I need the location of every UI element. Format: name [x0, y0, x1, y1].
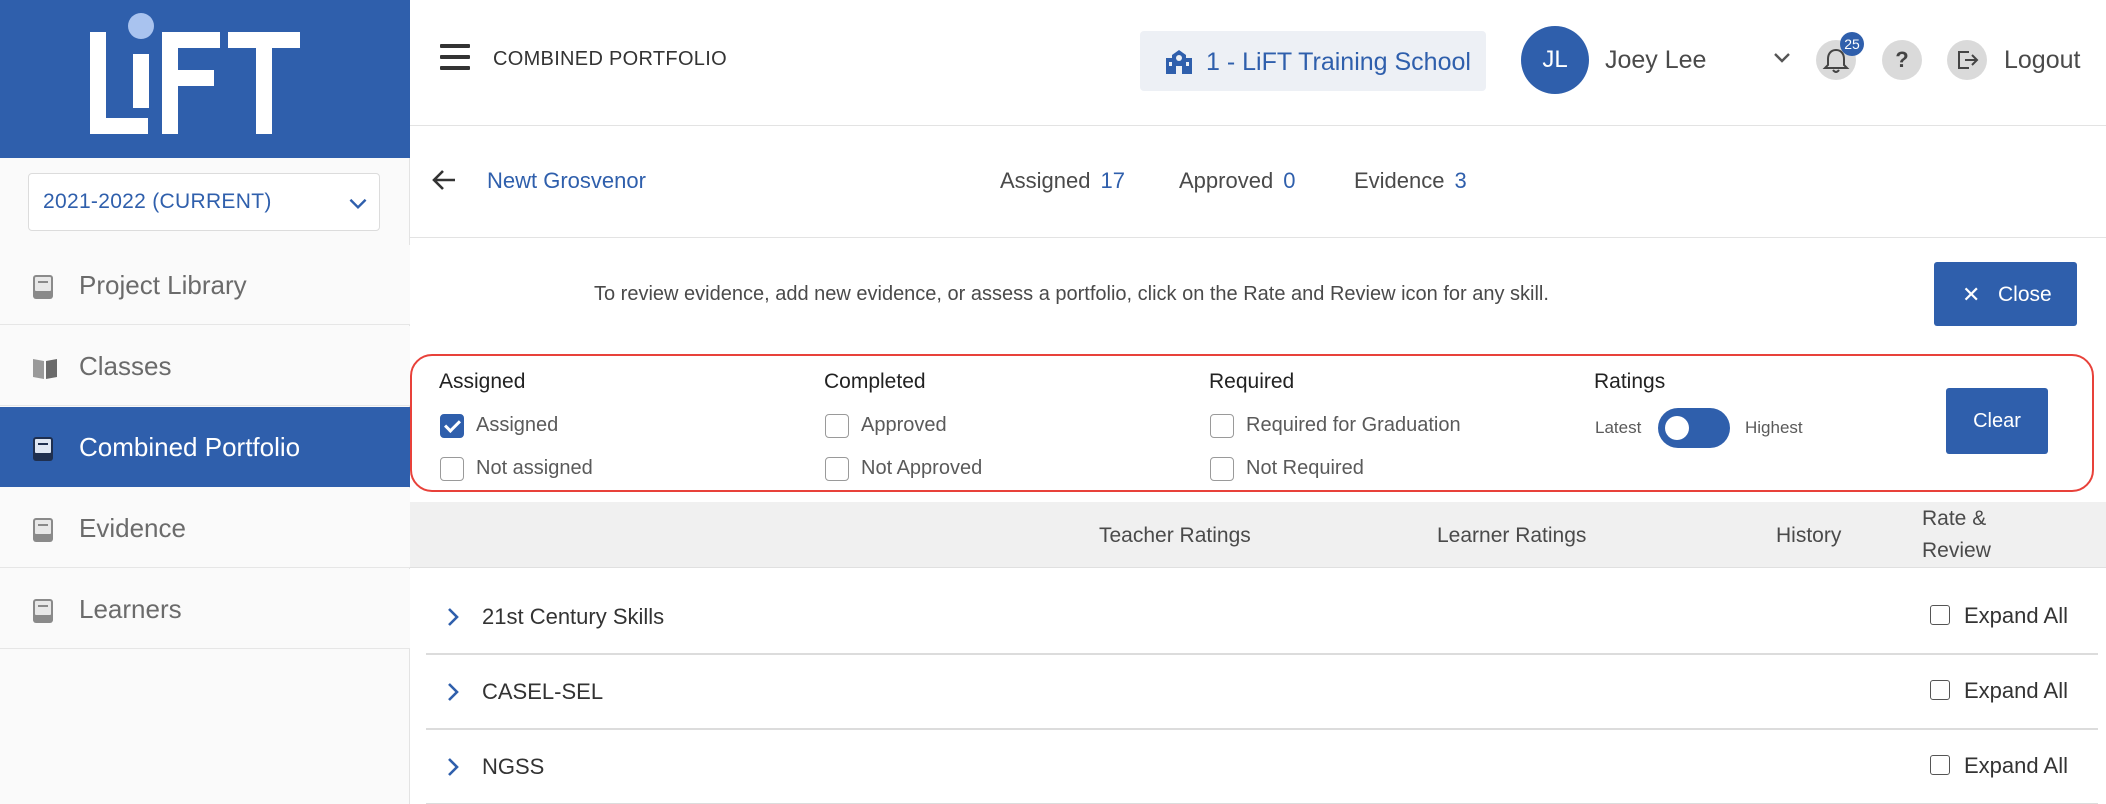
sidebar-item-label: Project Library — [79, 270, 247, 300]
sidebar-item-label: Combined Portfolio — [79, 432, 301, 462]
column-history: History — [1776, 524, 1842, 547]
school-year-value: 2021-2022 (CURRENT) — [43, 190, 272, 213]
expand-all-checkbox[interactable] — [1930, 755, 1950, 775]
expand-all-label[interactable]: Expand All — [1964, 678, 2068, 704]
sidebar-item-evidence[interactable]: Evidence — [0, 488, 410, 568]
checkbox[interactable] — [440, 457, 464, 481]
help-button[interactable]: ? — [1882, 40, 1922, 80]
learner-summary: Newt Grosvenor Assigned 17 Approved 0 Evid… — [410, 126, 2106, 238]
close-button[interactable]: ✕ Close — [1934, 262, 2077, 326]
stat-assigned: Assigned 17 — [1000, 168, 1125, 193]
back-arrow-icon[interactable] — [430, 166, 458, 194]
sidebar-item-combined-portfolio[interactable]: Combined Portfolio — [0, 407, 410, 487]
logo[interactable] — [0, 0, 410, 158]
row-name: NGSS — [482, 754, 545, 779]
help-icon: ? — [1895, 47, 1909, 72]
sidebar-item-classes[interactable]: Classes — [0, 326, 410, 406]
school-year-select[interactable]: 2021-2022 (CURRENT) — [28, 173, 380, 231]
book-icon — [33, 275, 53, 299]
row-name: 21st Century Skills — [482, 604, 665, 629]
column-teacher-ratings: Teacher Ratings — [1099, 524, 1251, 547]
stat-evidence: Evidence 3 — [1354, 168, 1467, 193]
portfolio-icon — [33, 437, 53, 461]
chevron-right-icon[interactable] — [442, 606, 464, 628]
expand-all-checkbox[interactable] — [1930, 605, 1950, 625]
book-icon — [33, 518, 53, 542]
chevron-right-icon[interactable] — [442, 681, 464, 703]
ratings-title: Ratings — [1594, 370, 1666, 393]
sidebar: 2021-2022 (CURRENT) Project Library Clas… — [0, 0, 410, 804]
logout-icon — [1958, 51, 1979, 69]
top-header: COMBINED PORTFOLIO 1 - LiFT Training Sch… — [410, 0, 2106, 126]
checkbox[interactable] — [1210, 414, 1234, 438]
clear-button[interactable]: Clear — [1946, 388, 2048, 454]
close-icon: ✕ — [1962, 282, 1981, 307]
sidebar-item-label: Classes — [79, 351, 172, 381]
school-icon — [1166, 50, 1192, 74]
school-selector[interactable]: 1 - LiFT Training School — [1140, 31, 1486, 91]
expand-all-label[interactable]: Expand All — [1964, 753, 2068, 779]
stat-approved: Approved 0 — [1179, 168, 1296, 193]
lift-logo-icon — [90, 13, 300, 134]
avatar[interactable]: JL — [1521, 26, 1589, 94]
sidebar-item-project-library[interactable]: Project Library — [0, 245, 410, 325]
learner-name[interactable]: Newt Grosvenor — [487, 168, 646, 194]
checkbox[interactable] — [1210, 457, 1234, 481]
column-rate-review-line2: Review — [1922, 539, 1991, 562]
hamburger-icon[interactable] — [440, 44, 470, 70]
notification-count-badge: 25 — [1840, 32, 1864, 56]
school-name: 1 - LiFT Training School — [1206, 48, 1471, 76]
ratings-latest-label: Latest — [1595, 418, 1642, 437]
chevron-right-icon[interactable] — [442, 756, 464, 778]
info-banner: To review evidence, add new evidence, or… — [410, 238, 2106, 352]
row-name: CASEL-SEL — [482, 679, 604, 704]
book-icon — [33, 599, 53, 623]
sidebar-item-learners[interactable]: Learners — [0, 569, 410, 649]
ratings-highest-label: Highest — [1745, 418, 1803, 437]
sidebar-item-label: Evidence — [79, 513, 186, 543]
checkbox[interactable] — [825, 414, 849, 438]
chevron-down-icon — [349, 198, 367, 210]
filter-group-title: Completed — [824, 370, 926, 393]
ratings-toggle[interactable] — [1658, 408, 1730, 448]
column-learner-ratings: Learner Ratings — [1437, 524, 1587, 547]
user-name[interactable]: Joey Lee — [1605, 46, 1706, 75]
info-text: To review evidence, add new evidence, or… — [594, 283, 1549, 305]
filter-group-title: Assigned — [439, 370, 526, 393]
table-header: Teacher Ratings Learner Ratings History … — [410, 502, 2106, 568]
sidebar-item-label: Learners — [79, 594, 182, 624]
filter-panel: Assigned Assigned Not assigned Completed… — [410, 354, 2094, 492]
toggle-knob — [1665, 416, 1689, 440]
filter-group-title: Required — [1209, 370, 1295, 393]
table-row[interactable]: 21st Century Skills Expand All — [426, 580, 2098, 655]
column-rate-review-line1: Rate & — [1922, 507, 1987, 530]
chevron-down-icon[interactable] — [1770, 46, 1794, 70]
checkbox-checked[interactable] — [440, 414, 464, 438]
logout-icon-button[interactable] — [1947, 40, 1987, 80]
open-book-icon — [33, 359, 57, 379]
table-row[interactable]: NGSS Expand All — [426, 730, 2098, 804]
expand-all-label[interactable]: Expand All — [1964, 603, 2068, 629]
table-row[interactable]: CASEL-SEL Expand All — [426, 655, 2098, 730]
page-title: COMBINED PORTFOLIO — [493, 48, 727, 70]
expand-all-checkbox[interactable] — [1930, 680, 1950, 700]
checkbox[interactable] — [825, 457, 849, 481]
logout-button[interactable]: Logout — [2004, 46, 2080, 75]
